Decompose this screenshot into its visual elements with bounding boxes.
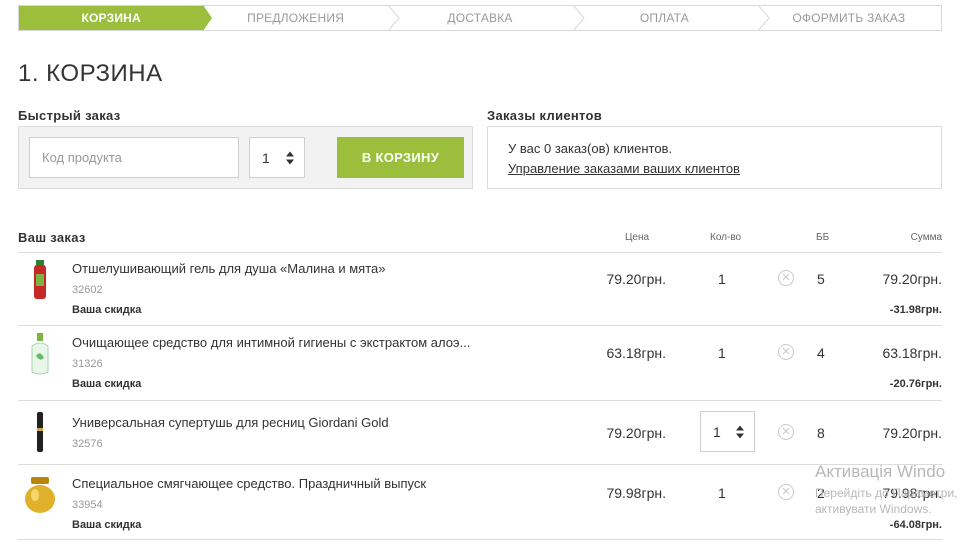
qty-value: 1	[713, 423, 721, 440]
qty-stepper[interactable]: 1	[700, 411, 755, 452]
step-dividers	[387, 5, 770, 31]
mascara-icon	[37, 412, 43, 452]
col-qty-header: Кол-во	[710, 232, 742, 243]
item-price: 79.20грн.	[606, 425, 666, 441]
item-bb: 5	[817, 271, 825, 287]
remove-item-icon[interactable]: ✕	[778, 424, 794, 440]
product-code: 32602	[72, 284, 103, 296]
spinner-icon[interactable]	[286, 151, 294, 164]
watermark-line: активувати Windows.	[815, 502, 932, 516]
discount-label: Ваша скидка	[72, 519, 142, 531]
item-sum: 79.20грн.	[882, 425, 942, 441]
add-to-cart-button[interactable]: В КОРЗИНУ	[337, 137, 464, 178]
manage-client-orders-link[interactable]: Управление заказами ваших клиентов	[508, 161, 740, 176]
item-price: 79.20грн.	[606, 271, 666, 287]
discount-label: Ваша скидка	[72, 304, 142, 316]
quick-order-title: Быстрый заказ	[18, 108, 121, 123]
table-row: Очищающее средство для интимной гигиены …	[18, 326, 942, 401]
item-price: 63.18грн.	[606, 345, 666, 361]
gold-jar-icon	[25, 477, 55, 513]
red-bottle-icon	[34, 260, 46, 299]
item-bb: 8	[817, 425, 825, 441]
product-code-input[interactable]	[29, 137, 239, 178]
item-price: 79.98грн.	[606, 485, 666, 501]
table-row: Отшелушивающий гель для душа «Малина и м…	[18, 252, 942, 326]
quick-order-panel: 1 В КОРЗИНУ	[18, 126, 473, 189]
watermark-title: Активація Windo	[815, 462, 946, 481]
client-orders-title: Заказы клиентов	[487, 108, 603, 123]
windows-activation-watermark: Активація Windo Перейдіть до Параметри, …	[815, 462, 960, 516]
item-sum: 79.20грн.	[882, 271, 942, 287]
remove-item-icon[interactable]: ✕	[778, 484, 794, 500]
item-qty[interactable]: 1	[718, 271, 726, 287]
product-code: 31326	[72, 358, 103, 370]
spinner-icon[interactable]	[736, 425, 744, 438]
remove-item-icon[interactable]: ✕	[778, 344, 794, 360]
item-discount: -20.76грн.	[889, 378, 942, 390]
quick-qty-stepper[interactable]: 1	[249, 137, 305, 178]
discount-label: Ваша скидка	[72, 378, 142, 390]
page-title: 1. КОРЗИНА	[18, 60, 163, 87]
product-name[interactable]: Универсальная супертушь для ресниц Giord…	[72, 415, 389, 430]
watermark-line: Перейдіть до Параметри, щоб	[815, 486, 960, 500]
client-orders-text: У вас 0 заказ(ов) клиентов.	[508, 141, 673, 156]
client-orders-panel: У вас 0 заказ(ов) клиентов. Управление з…	[487, 126, 942, 189]
item-discount: -31.98грн.	[889, 304, 942, 316]
item-qty[interactable]: 1	[718, 485, 726, 501]
step-arrow	[203, 5, 213, 31]
item-sum: 63.18грн.	[882, 345, 942, 361]
remove-item-icon[interactable]: ✕	[778, 270, 794, 286]
product-name[interactable]: Отшелушивающий гель для душа «Малина и м…	[72, 261, 385, 276]
item-discount: -64.08грн.	[889, 519, 942, 531]
quick-qty-value: 1	[262, 149, 270, 166]
product-name[interactable]: Очищающее средство для интимной гигиены …	[72, 335, 470, 350]
product-code: 33954	[72, 499, 103, 511]
product-name[interactable]: Специальное смягчающее средство. Праздни…	[72, 476, 426, 491]
table-row: Универсальная супертушь для ресниц Giord…	[18, 401, 942, 465]
order-table-header: Ваш заказ Цена Кол-во ББ Сумма	[18, 228, 942, 253]
col-sum-header: Сумма	[910, 232, 942, 243]
product-code: 32576	[72, 438, 103, 450]
item-bb: 4	[817, 345, 825, 361]
table-row: Специальное смягчающее средство. Праздни…	[18, 465, 942, 540]
col-bb-header: ББ	[816, 232, 830, 243]
green-bottle-icon	[31, 333, 49, 375]
item-qty[interactable]: 1	[718, 345, 726, 361]
col-price-header: Цена	[625, 232, 650, 243]
order-title: Ваш заказ	[18, 230, 86, 245]
